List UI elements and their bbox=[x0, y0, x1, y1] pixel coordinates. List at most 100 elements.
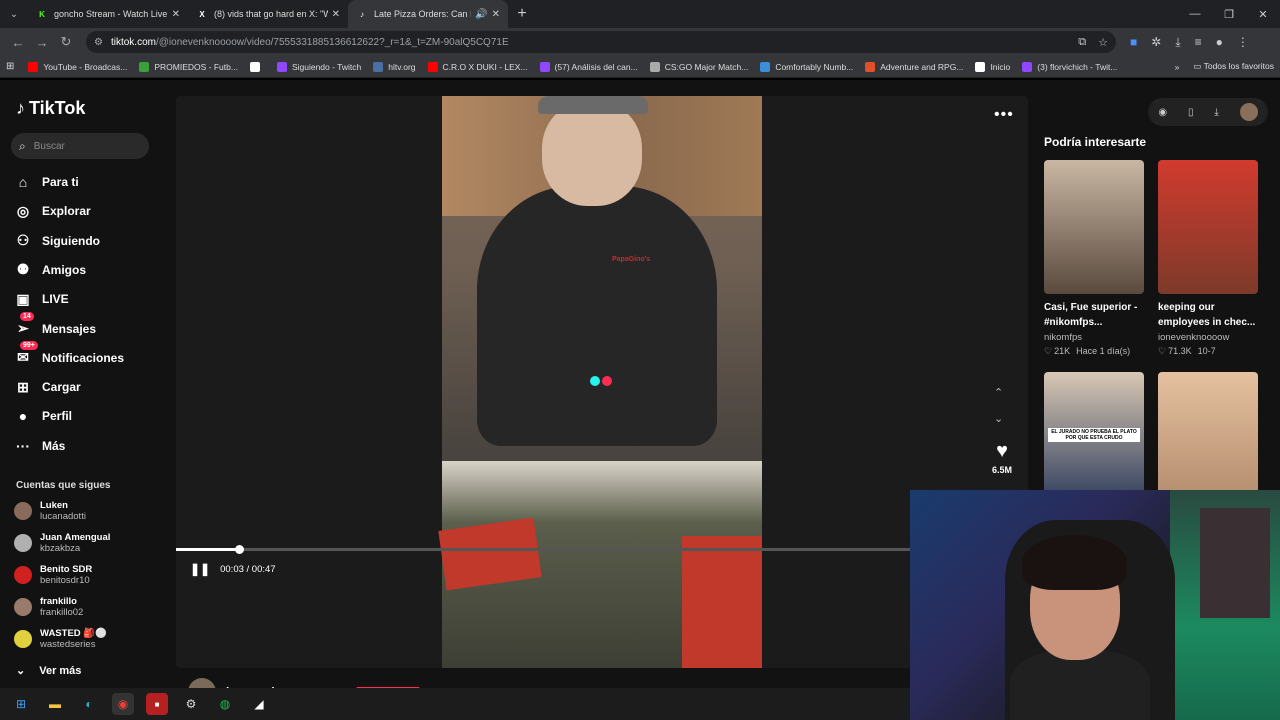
bookmark-item[interactable]: CS:GO Major Match... bbox=[649, 61, 748, 72]
apps-grid-icon[interactable]: ⊞ bbox=[6, 61, 14, 72]
windows-start-icon[interactable]: ⊞ bbox=[10, 693, 32, 715]
see-more-button[interactable]: ⌄ Ver más bbox=[16, 664, 81, 678]
video-worker-cap bbox=[538, 96, 648, 114]
browser-tab[interactable]: X (8) vids that go hard en X: "Whe ✕ bbox=[188, 0, 348, 28]
sidebar-item-label: Explorar bbox=[42, 204, 91, 219]
user-avatar[interactable] bbox=[1239, 103, 1258, 121]
bookmark-item[interactable]: Siguiendo - Twitch bbox=[276, 61, 362, 72]
sidebar-item-compass[interactable]: ◎ Explorar bbox=[14, 201, 91, 221]
recommended-video-card[interactable] bbox=[1158, 372, 1258, 506]
edge-icon[interactable]: ◐ bbox=[78, 693, 100, 715]
video-thumbnail[interactable] bbox=[1158, 372, 1258, 506]
site-info-icon[interactable]: ⚙ bbox=[94, 37, 103, 48]
bookmark-star-icon[interactable]: ☆ bbox=[1098, 36, 1108, 49]
profile-avatar-icon[interactable]: ● bbox=[1216, 35, 1223, 49]
video-player[interactable]: PapaGino's ••• ⌃ ⌄ ♥ 6.5M bbox=[176, 96, 1028, 668]
sidebar-item-more[interactable]: ··· Más bbox=[14, 436, 65, 456]
capcut-icon[interactable]: ◢ bbox=[248, 693, 270, 715]
bookmark-item[interactable]: hltv.org bbox=[373, 61, 416, 72]
bookmark-label: (3) florvichich - Twit... bbox=[1037, 61, 1118, 72]
bookmark-label: YouTube - Broadcas... bbox=[43, 61, 128, 72]
coin-icon[interactable]: ◉ bbox=[1158, 107, 1167, 118]
restore-icon[interactable]: ❐ bbox=[1212, 0, 1246, 28]
video-progress-bar[interactable] bbox=[176, 545, 912, 554]
like-button[interactable]: ♥ 6.5M bbox=[988, 440, 1016, 475]
followed-account[interactable]: Benito SDR benitosdr10 bbox=[14, 564, 92, 586]
recommended-video-card[interactable]: EL JURADO NO PRUEBA EL PLATO POR QUE EST… bbox=[1044, 372, 1144, 506]
spotify-icon[interactable]: ◍ bbox=[214, 693, 236, 715]
pause-icon[interactable]: ❚❚ bbox=[190, 562, 210, 576]
sidebar-item-profile[interactable]: ● Perfil bbox=[14, 406, 72, 426]
download-app-icon[interactable]: ⤓ bbox=[1214, 107, 1218, 118]
bookmark-item[interactable]: Adventure and RPG... bbox=[865, 61, 963, 72]
tab-close-icon[interactable]: ✕ bbox=[332, 9, 340, 20]
extension-icon[interactable]: ■ bbox=[1130, 35, 1137, 49]
sidebar-item-messages[interactable]: ➢ 14 Mensajes bbox=[14, 311, 97, 339]
recommended-video-card[interactable]: keeping our employees in chec... ionevenk… bbox=[1158, 160, 1258, 357]
more-options-icon[interactable]: ••• bbox=[994, 106, 1014, 124]
reload-icon[interactable]: ↻ bbox=[54, 34, 78, 50]
sidebar-item-friends[interactable]: ⚉ Amigos bbox=[14, 260, 86, 280]
bookmark-item[interactable] bbox=[249, 61, 265, 72]
tab-close-icon[interactable]: ✕ bbox=[172, 9, 180, 20]
followed-account[interactable]: frankillo frankillo02 bbox=[14, 596, 83, 618]
all-bookmarks-label: Todos los favoritos bbox=[1203, 61, 1274, 71]
followed-account[interactable]: Juan Amengual kbzakbza bbox=[14, 532, 110, 554]
card-author[interactable]: ionevenknoooow bbox=[1158, 332, 1258, 343]
forward-icon[interactable]: → bbox=[30, 35, 54, 50]
chrome-icon[interactable]: ◉ bbox=[112, 693, 134, 715]
url-domain: tiktok.com bbox=[110, 36, 156, 48]
sidebar-item-upload[interactable]: ⊞ Cargar bbox=[14, 377, 81, 397]
media-control-icon[interactable]: ≡ bbox=[1195, 35, 1202, 49]
bookmark-item[interactable]: (3) florvichich - Twit... bbox=[1022, 61, 1118, 72]
sidebar-item-following[interactable]: ⚇ Siguiendo bbox=[14, 231, 100, 251]
card-author[interactable]: nikomfps bbox=[1044, 332, 1144, 343]
browser-tab[interactable]: ♪ Late Pizza Orders: Can I Sti 🔊 ✕ bbox=[348, 0, 508, 28]
tiktok-logo[interactable]: ♪ TikTok bbox=[16, 98, 85, 119]
sidebar-item-live[interactable]: ▣ LIVE bbox=[14, 289, 68, 309]
next-video-icon[interactable]: ⌄ bbox=[994, 412, 1003, 425]
install-icon[interactable]: ⧉ bbox=[1078, 36, 1086, 49]
followed-account[interactable]: WASTED 🎒⚪ wastedseries bbox=[14, 628, 107, 650]
folder-icon: ▭ bbox=[1193, 61, 1204, 71]
bookmark-item[interactable]: C.R.O X DUKI - LEX... bbox=[427, 61, 528, 72]
file-explorer-icon[interactable]: ▬ bbox=[44, 693, 66, 715]
url-bar[interactable]: ⚙ tiktok.com/@ionevenknoooow/video/75553… bbox=[86, 31, 1116, 53]
video-thumbnail[interactable] bbox=[1158, 160, 1258, 294]
close-window-icon[interactable]: ✕ bbox=[1246, 0, 1280, 28]
bookmark-item[interactable]: PROMIEDOS - Futb... bbox=[139, 61, 238, 72]
account-name: Benito SDR bbox=[40, 564, 93, 575]
new-tab-button[interactable]: + bbox=[508, 5, 536, 23]
minimize-icon[interactable]: — bbox=[1178, 0, 1212, 28]
search-input[interactable]: ⌕ Buscar bbox=[11, 133, 149, 159]
progress-knob[interactable] bbox=[234, 545, 244, 554]
back-icon[interactable]: ← bbox=[6, 35, 30, 50]
audio-icon[interactable]: 🔊 bbox=[475, 9, 487, 20]
browser-menu-icon[interactable]: ⋮ bbox=[1237, 35, 1249, 49]
bookmarks-overflow-icon[interactable]: » bbox=[1175, 62, 1180, 72]
tab-close-icon[interactable]: ✕ bbox=[492, 9, 500, 20]
browser-tab[interactable]: Kgoncho Stream - Watch Live on ✕ bbox=[28, 0, 188, 28]
video-thumbnail[interactable]: EL JURADO NO PRUEBA EL PLATO POR QUE EST… bbox=[1044, 372, 1144, 506]
bookmark-favicon-icon bbox=[975, 61, 986, 72]
bookmark-item[interactable]: Comfortably Numb... bbox=[760, 61, 853, 72]
download-icon[interactable]: ⤓ bbox=[1175, 35, 1180, 50]
media-app-icon[interactable]: ■ bbox=[146, 693, 168, 715]
bookmark-item[interactable]: YouTube - Broadcas... bbox=[28, 61, 128, 72]
sidebar-item-bell[interactable]: ✉ 99+ Notificaciones bbox=[14, 340, 124, 368]
device-icon[interactable]: ▯ bbox=[1188, 107, 1194, 118]
bookmark-item[interactable]: Inicio bbox=[975, 61, 1010, 72]
sidebar-item-home[interactable]: ⌂ Para ti bbox=[14, 172, 79, 192]
sidebar-item-label: Mensajes bbox=[42, 321, 97, 336]
bookmark-favicon-icon bbox=[276, 61, 287, 72]
video-thumbnail[interactable] bbox=[1044, 160, 1144, 294]
tab-search-icon[interactable]: ⌄ bbox=[0, 0, 28, 28]
steam-icon[interactable]: ⚙ bbox=[180, 693, 202, 715]
extensions-puzzle-icon[interactable]: ✲ bbox=[1151, 35, 1161, 49]
previous-video-icon[interactable]: ⌃ bbox=[994, 386, 1003, 399]
bookmark-item[interactable]: (57) Análisis del can... bbox=[539, 61, 638, 72]
bookmark-label: Siguiendo - Twitch bbox=[291, 61, 362, 72]
followed-account[interactable]: Luken lucanadotti bbox=[14, 500, 86, 522]
recommended-video-card[interactable]: Casi, Fue superior - #nikomfps... nikomfp… bbox=[1044, 160, 1144, 357]
all-bookmarks[interactable]: ▭ Todos los favoritos bbox=[1193, 61, 1274, 72]
